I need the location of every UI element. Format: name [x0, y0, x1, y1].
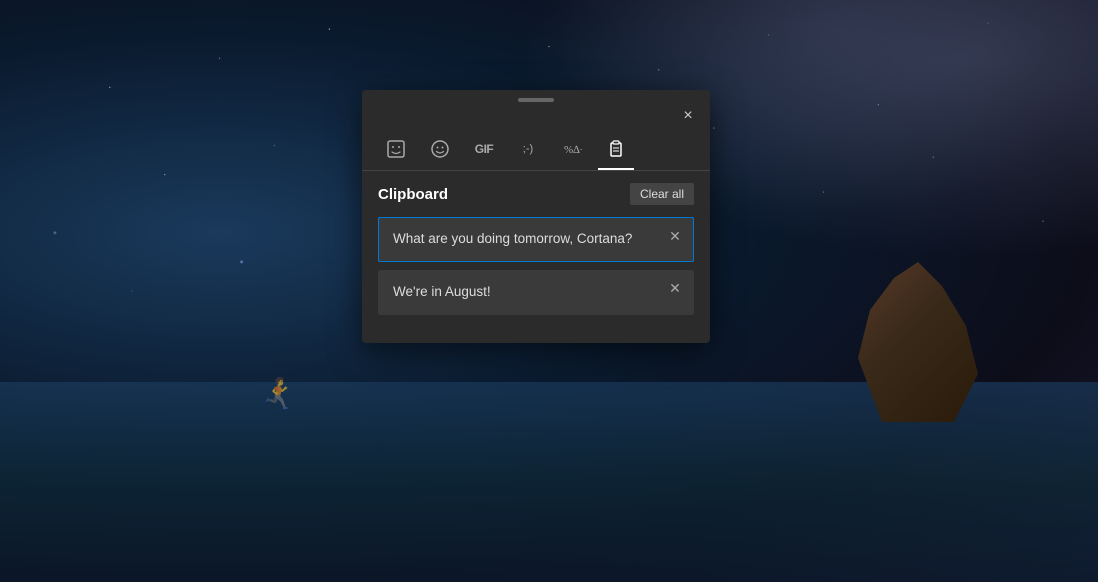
clipboard-item-2-close[interactable]: ✕ [665, 279, 685, 299]
tab-symbols[interactable]: %∆+ [554, 134, 590, 170]
running-figure: 🏃 [260, 377, 297, 412]
tab-clipboard[interactable] [598, 134, 634, 170]
tab-emoji[interactable] [422, 134, 458, 170]
panel-content: Clipboard Clear all What are you doing t… [362, 171, 710, 315]
clipboard-item-1-text: What are you doing tomorrow, Cortana? [393, 231, 632, 246]
clipboard-header: Clipboard Clear all [378, 183, 694, 205]
tab-gif[interactable]: GIF [466, 134, 502, 170]
clear-all-button[interactable]: Clear all [630, 183, 694, 205]
emoji-clipboard-panel: × GIF ;-) %∆+ [362, 90, 710, 343]
clipboard-item-2-text: We're in August! [393, 284, 491, 299]
tab-kaomoji-face[interactable] [378, 134, 414, 170]
svg-text:%∆+: %∆+ [564, 144, 582, 156]
close-row: × [362, 102, 710, 130]
clipboard-item-1[interactable]: What are you doing tomorrow, Cortana? ✕ [378, 217, 694, 262]
clipboard-item-2[interactable]: We're in August! ✕ [378, 270, 694, 315]
clipboard-item-1-close[interactable]: ✕ [665, 226, 685, 246]
tab-kaomoji[interactable]: ;-) [510, 134, 546, 170]
panel-tabs: GIF ;-) %∆+ [362, 130, 710, 171]
close-button[interactable]: × [674, 102, 702, 130]
clipboard-title: Clipboard [378, 186, 448, 203]
drag-handle [518, 98, 554, 102]
